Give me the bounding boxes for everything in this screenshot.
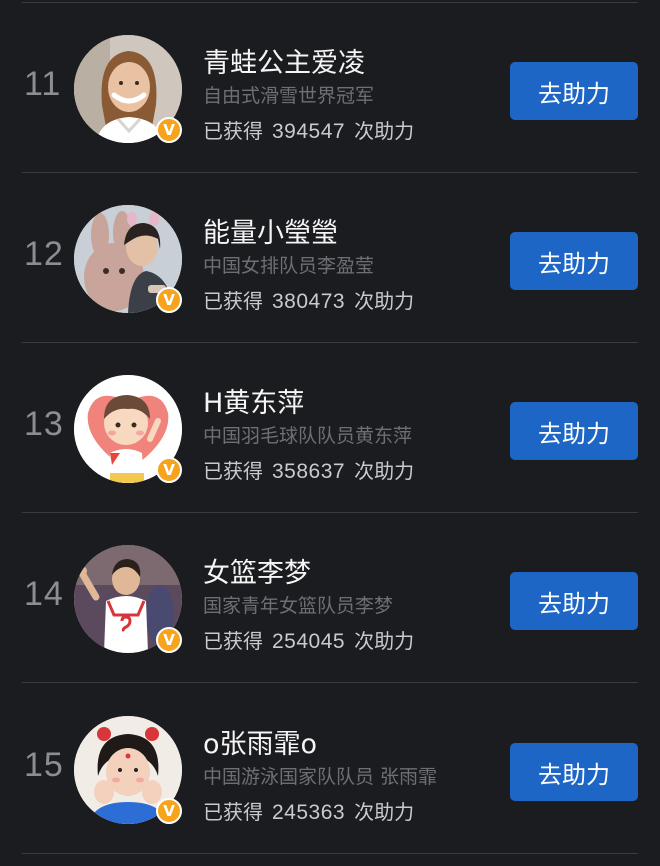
count-suffix: 次助力 [354, 459, 415, 483]
user-name[interactable]: o张雨霏o [203, 722, 317, 761]
user-description: 中国羽毛球队队员黄东萍 [203, 425, 413, 447]
support-count: 已获得 380473 次助力 [203, 285, 414, 314]
ranking-row-11[interactable]: 11 V 青蛙公主爱凌 自由式滑雪世界冠军 已获得 394547 次助力 去助力 [0, 3, 660, 173]
user-description: 国家青年女篮队员李梦 [203, 595, 394, 617]
count-prefix: 已获得 [203, 800, 263, 824]
verified-badge-icon: V [156, 798, 182, 824]
count-value: 245363 [272, 801, 346, 824]
count-value: 394547 [272, 120, 346, 143]
avatar[interactable]: V [74, 205, 182, 313]
support-button[interactable]: 去助力 [510, 62, 638, 120]
ranking-row-12[interactable]: 12 V 能量小瑩瑩 中国女排队员李盈莹 已获得 380473 次助力 去助力 [0, 173, 660, 343]
count-suffix: 次助力 [354, 800, 415, 824]
rank-number: 15 [24, 746, 64, 784]
ranking-row-15[interactable]: 15 V o张雨霏o 中国游泳国家队队员 张雨霏 已获得 245363 次助力 … [0, 684, 660, 854]
verified-badge-icon: V [156, 287, 182, 313]
count-prefix: 已获得 [203, 459, 263, 483]
divider [22, 682, 638, 683]
divider [22, 853, 638, 854]
count-value: 380473 [272, 290, 346, 313]
rank-number: 14 [24, 575, 64, 613]
rank-number: 11 [24, 65, 62, 103]
ranking-row-14[interactable]: 14 V 女篮李梦 国家青年女篮队员李梦 已获得 254045 次助力 去助力 [0, 513, 660, 683]
user-description: 中国游泳国家队队员 张雨霏 [203, 766, 438, 788]
verified-badge-icon: V [156, 117, 182, 143]
support-button[interactable]: 去助力 [510, 743, 638, 801]
support-count: 已获得 245363 次助力 [203, 796, 414, 825]
support-count: 已获得 394547 次助力 [203, 115, 414, 144]
support-button[interactable]: 去助力 [510, 572, 638, 630]
support-button[interactable]: 去助力 [510, 232, 638, 290]
rank-number: 12 [24, 235, 64, 273]
count-value: 254045 [272, 630, 346, 653]
ranking-list: 11 V 青蛙公主爱凌 自由式滑雪世界冠军 已获得 394547 次助力 去助力… [0, 0, 660, 866]
verified-badge-icon: V [156, 627, 182, 653]
user-description: 自由式滑雪世界冠军 [203, 85, 375, 107]
count-suffix: 次助力 [354, 119, 415, 143]
support-count: 已获得 358637 次助力 [203, 455, 414, 484]
support-count: 已获得 254045 次助力 [203, 625, 414, 654]
rank-number: 13 [24, 405, 64, 443]
user-name[interactable]: H黄东萍 [203, 381, 304, 420]
avatar[interactable]: V [74, 545, 182, 653]
user-name[interactable]: 女篮李梦 [203, 551, 311, 590]
verified-badge-icon: V [156, 457, 182, 483]
count-prefix: 已获得 [203, 119, 263, 143]
count-prefix: 已获得 [203, 629, 263, 653]
avatar[interactable]: V [74, 716, 182, 824]
count-suffix: 次助力 [354, 629, 415, 653]
user-name[interactable]: 能量小瑩瑩 [203, 211, 338, 250]
avatar[interactable]: V [74, 35, 182, 143]
user-description: 中国女排队员李盈莹 [203, 255, 375, 277]
count-prefix: 已获得 [203, 289, 263, 313]
support-button[interactable]: 去助力 [510, 402, 638, 460]
avatar[interactable]: V [74, 375, 182, 483]
count-value: 358637 [272, 460, 346, 483]
user-name[interactable]: 青蛙公主爱凌 [203, 41, 365, 80]
ranking-row-13[interactable]: 13 V H黄东萍 中国羽毛球队队员黄东萍 已获得 358637 次助力 去助力 [0, 343, 660, 513]
count-suffix: 次助力 [354, 289, 415, 313]
